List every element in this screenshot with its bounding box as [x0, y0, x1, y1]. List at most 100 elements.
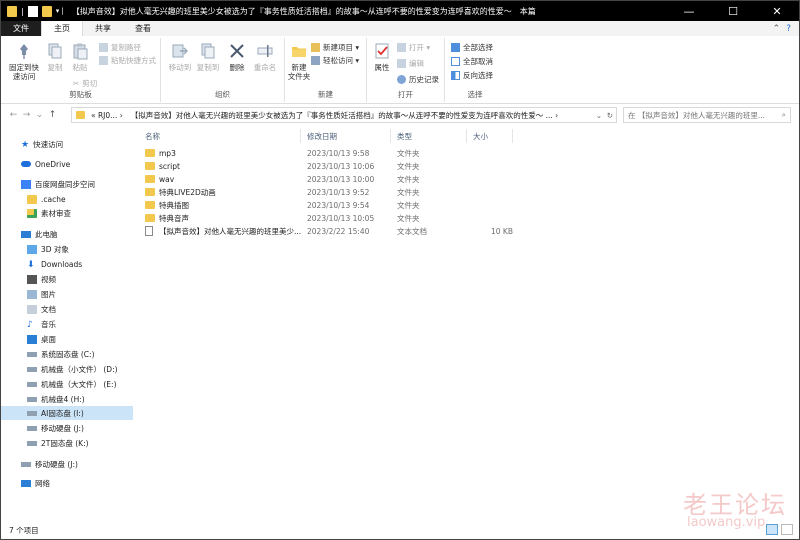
select-none-button[interactable]: 全部取消 — [451, 56, 493, 67]
new-item-button[interactable]: 新建项目 ▾ — [311, 42, 359, 53]
organize-group-label: 组织 — [215, 90, 230, 99]
nav-drive-j-root[interactable]: 移动硬盘 (J:) — [1, 457, 133, 471]
nav-drive-d[interactable]: 机械盘（小文件） (D:) — [1, 362, 133, 376]
nav-pictures[interactable]: 图片 — [1, 287, 133, 301]
copy-to-button[interactable]: 复制到 — [195, 42, 221, 72]
new-folder-button[interactable]: 新建 文件夹 — [287, 42, 311, 81]
edit-button[interactable]: 编辑 — [397, 58, 424, 69]
properties-icon[interactable] — [27, 5, 38, 17]
nav-drive-j-label: 移动硬盘 (J:) — [41, 423, 84, 433]
column-header-size[interactable]: 大小 — [467, 129, 513, 143]
forward-arrow-icon[interactable]: → — [20, 110, 33, 120]
delete-button[interactable]: 删除 — [227, 42, 247, 72]
copy-button[interactable]: 复制 — [45, 42, 65, 72]
nav-drive-k[interactable]: 2T固态盘 (K:) — [1, 436, 133, 450]
maximize-button[interactable]: ☐ — [711, 1, 755, 21]
address-dropdown-icon[interactable]: ⌄ — [596, 111, 602, 120]
nav-3d-objects[interactable]: 3D 对象 — [1, 242, 133, 256]
nav-drive-e[interactable]: 机械盘（大文件） (E:) — [1, 377, 133, 391]
refresh-icon[interactable]: ↻ — [607, 111, 613, 120]
tab-home[interactable]: 主页 — [41, 21, 83, 36]
nav-drive-c[interactable]: 系统固态盘 (C:) — [1, 347, 133, 361]
quick-access-toolbar: | ▾ | — [1, 1, 64, 21]
rename-button[interactable]: 重命名 — [251, 42, 279, 72]
address-path[interactable]: 【拟声音效】对他人毫无兴趣的班里美少女被选为了『事务性质妊活搭档』的故事～从连呼… — [131, 110, 558, 121]
select-all-button[interactable]: 全部选择 — [451, 42, 493, 53]
table-row[interactable]: 特典音声 2023/10/13 10:05 文件夹 — [139, 212, 799, 225]
nav-music[interactable]: ♪ 音乐 — [1, 317, 133, 331]
table-row[interactable]: mp3 2023/10/13 9:58 文件夹 — [139, 147, 799, 160]
search-box[interactable]: 在 【拟声音效】对他人毫无兴趣的班里... ⌕ — [623, 107, 791, 123]
easy-access-button[interactable]: 轻松访问 ▾ — [311, 55, 359, 66]
nav-drive-c-label: 系统固态盘 (C:) — [41, 349, 95, 359]
paste-button[interactable]: 粘贴 — [69, 42, 91, 72]
back-arrow-icon[interactable]: ← — [7, 110, 20, 120]
customize-quick-access-icon[interactable]: ▾ | — [56, 7, 64, 15]
nav-quick-access[interactable]: ★ 快速访问 — [1, 137, 133, 151]
download-icon: ⬇ — [27, 259, 35, 270]
table-row[interactable]: 【拟声音效】对他人毫无兴趣的班里美少... 2023/2/22 15:40 文本… — [139, 225, 799, 238]
nav-quick-access-label: 快速访问 — [33, 139, 64, 149]
search-input[interactable]: 在 【拟声音效】对他人毫无兴趣的班里... — [628, 110, 765, 121]
nav-network[interactable]: 网络 — [1, 476, 133, 490]
pin-quick-access-button[interactable]: 固定到快 速访问 — [7, 42, 41, 81]
nav-downloads-label: Downloads — [41, 259, 83, 269]
nav-documents-label: 文档 — [41, 304, 56, 314]
up-arrow-icon[interactable]: ↑ — [46, 110, 59, 120]
nav-documents[interactable]: 文档 — [1, 302, 133, 316]
table-row[interactable]: script 2023/10/13 10:06 文件夹 — [139, 160, 799, 173]
copy-path-button[interactable]: 复制路径 — [99, 42, 141, 53]
title-bar[interactable]: | ▾ | 【拟声音效】对他人毫无兴趣的班里美少女被选为了『事务性质妊活搭档』的… — [1, 1, 799, 21]
nav-music-label: 音乐 — [41, 319, 56, 329]
history-button[interactable]: 历史记录 — [397, 74, 439, 85]
help-icon[interactable]: ? — [786, 24, 791, 34]
nav-baidu-sync[interactable]: 百度网盘同步空间 — [1, 177, 133, 191]
minimize-button[interactable]: — — [667, 1, 711, 21]
paste-shortcut-button[interactable]: 粘贴快捷方式 — [99, 55, 156, 66]
cut-button[interactable]: ✂ 剪切 — [73, 78, 97, 89]
nav-videos-label: 视频 — [41, 274, 56, 284]
desktop-icon — [27, 334, 37, 344]
nav-videos[interactable]: 视频 — [1, 272, 133, 286]
recent-locations-chevron-icon[interactable]: ⌄ — [33, 110, 46, 120]
folder-icon — [145, 214, 155, 222]
folder-icon — [145, 162, 155, 170]
address-bar[interactable]: « RJ0... › 【拟声音效】对他人毫无兴趣的班里美少女被选为了『事务性质妊… — [71, 107, 617, 123]
nav-desktop[interactable]: 桌面 — [1, 332, 133, 346]
column-header-type[interactable]: 类型 — [391, 129, 467, 143]
details-view-icon[interactable] — [766, 524, 778, 535]
select-none-icon — [451, 57, 460, 66]
properties-button[interactable]: 属性 — [371, 42, 393, 72]
nav-review[interactable]: 素材审查 — [1, 206, 133, 220]
table-row[interactable]: wav 2023/10/13 10:00 文件夹 — [139, 173, 799, 186]
column-header-date[interactable]: 修改日期 — [301, 129, 391, 143]
open-button[interactable]: 打开 ▾ — [397, 42, 430, 53]
close-button[interactable]: ✕ — [755, 1, 799, 21]
nav-cache[interactable]: .cache — [1, 192, 133, 206]
invert-selection-button[interactable]: 反向选择 — [451, 70, 493, 81]
file-date: 2023/10/13 10:05 — [307, 214, 375, 223]
folder-icon — [76, 111, 85, 119]
tab-file[interactable]: 文件 — [1, 21, 41, 36]
table-row[interactable]: 特典插图 2023/10/13 9:54 文件夹 — [139, 199, 799, 212]
nav-this-pc[interactable]: 此电脑 — [1, 227, 133, 241]
nav-drive-i[interactable]: AI固态盘 (I:) — [1, 406, 133, 420]
tab-view[interactable]: 查看 — [123, 21, 163, 36]
move-to-button[interactable]: 移动到 — [167, 42, 193, 72]
folder-icon — [145, 149, 155, 157]
file-date: 2023/10/13 9:52 — [307, 188, 370, 197]
table-row[interactable]: 特典LIVE2D动画 2023/10/13 9:52 文件夹 — [139, 186, 799, 199]
nav-drive-h[interactable]: 机械盘4 (H:) — [1, 392, 133, 406]
drive-icon — [21, 461, 31, 467]
column-header-name[interactable]: 名称 — [139, 129, 301, 143]
nav-drive-j[interactable]: 移动硬盘 (J:) — [1, 421, 133, 435]
nav-downloads[interactable]: ⬇ Downloads — [1, 257, 133, 271]
collapse-ribbon-icon[interactable]: ⌃ — [773, 24, 781, 34]
large-icons-view-icon[interactable] — [781, 524, 793, 535]
nav-onedrive[interactable]: OneDrive — [1, 157, 133, 171]
new-folder-icon[interactable] — [41, 5, 52, 17]
address-prefix[interactable]: « RJ0... › — [91, 111, 123, 120]
delete-label: 删除 — [229, 63, 245, 72]
tab-share[interactable]: 共享 — [83, 21, 123, 36]
file-size — [473, 212, 513, 225]
